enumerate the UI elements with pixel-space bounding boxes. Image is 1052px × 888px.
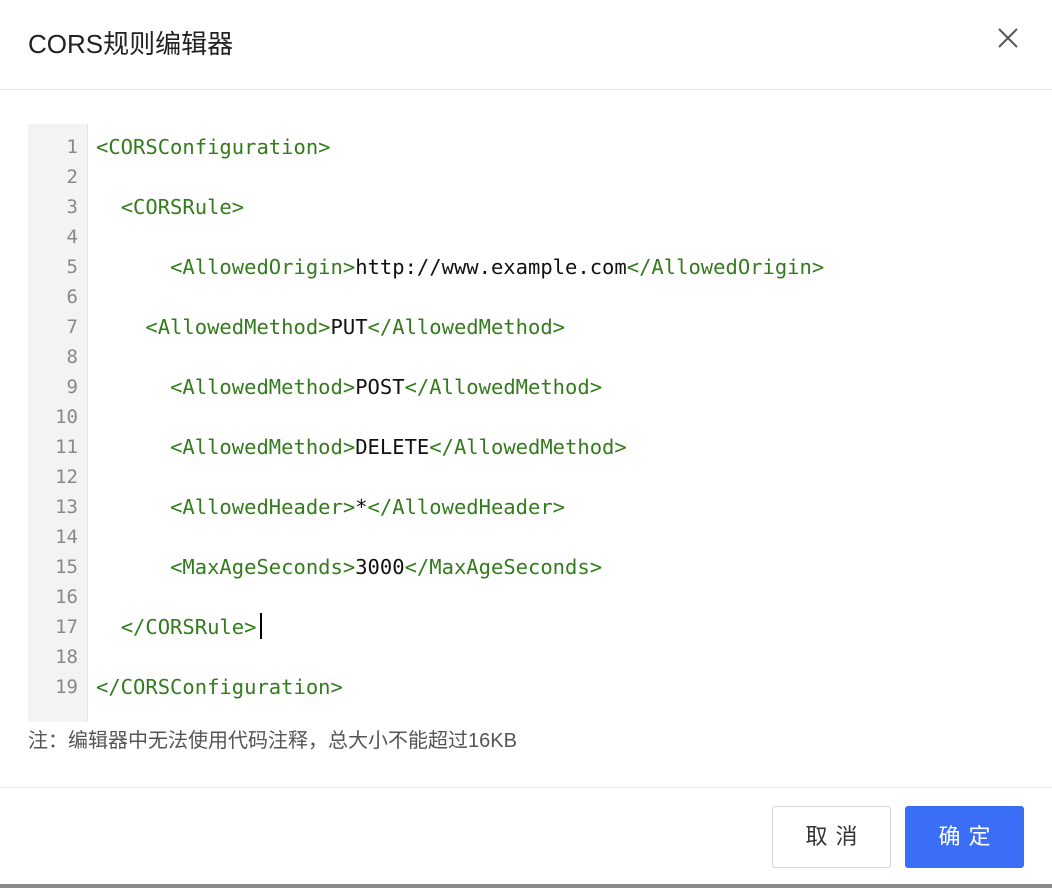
code-line[interactable]: <AllowedOrigin>http://www.example.com</A… xyxy=(96,252,824,282)
xml-tag: <CORSRule> xyxy=(120,195,245,219)
line-number-gutter: 1 2 3 4 5 6 7 8 9 10 11 12 13 14 15 16 17 18 19 xyxy=(28,124,88,722)
code-line[interactable]: </CORSConfiguration> xyxy=(96,672,343,702)
line-number: 19 xyxy=(55,676,78,698)
xml-value: * xyxy=(355,495,368,519)
xml-value: PUT xyxy=(330,315,368,339)
code-editor[interactable]: 1 2 3 4 5 6 7 8 9 10 11 12 13 14 15 16 17 18 19 <CORSConfi… xyxy=(28,124,1032,722)
line-number: 4 xyxy=(66,226,78,248)
code-line[interactable]: <AllowedMethod>DELETE</AllowedMethod> xyxy=(96,432,627,462)
code-line[interactable]: <AllowedHeader>*</AllowedHeader> xyxy=(96,492,565,522)
code-line[interactable]: <AllowedMethod>POST</AllowedMethod> xyxy=(96,372,602,402)
code-line[interactable]: <AllowedMethod>PUT</AllowedMethod> xyxy=(96,312,565,342)
line-number: 2 xyxy=(66,166,78,188)
dialog-footer: 取消 确定 xyxy=(0,787,1052,884)
line-number: 7 xyxy=(66,316,78,338)
dialog-header: CORS规则编辑器 xyxy=(0,0,1052,90)
xml-tag: <AllowedMethod> xyxy=(170,375,356,399)
code-line[interactable]: <MaxAgeSeconds>3000</MaxAgeSeconds> xyxy=(96,552,602,582)
xml-tag: </AllowedOrigin> xyxy=(626,255,825,279)
line-number: 16 xyxy=(55,586,78,608)
xml-tag: </AllowedMethod> xyxy=(367,315,566,339)
line-number: 17 xyxy=(55,616,78,638)
line-number: 8 xyxy=(66,346,78,368)
text-cursor xyxy=(260,613,263,639)
confirm-button[interactable]: 确定 xyxy=(905,806,1024,868)
xml-tag: </AllowedMethod> xyxy=(429,435,627,459)
editor-note: 注：编辑器中无法使用代码注释，总大小不能超过16KB xyxy=(28,730,517,752)
line-number: 15 xyxy=(55,556,78,578)
xml-value: DELETE xyxy=(355,435,430,459)
line-number: 10 xyxy=(55,406,78,428)
xml-value: 3000 xyxy=(355,555,405,579)
close-icon-glyph xyxy=(998,28,1018,48)
code-line[interactable]: <CORSRule> xyxy=(96,192,244,222)
line-number: 18 xyxy=(55,646,78,668)
xml-tag: <AllowedHeader> xyxy=(170,495,356,519)
xml-tag: </AllowedMethod> xyxy=(404,375,603,399)
line-number: 5 xyxy=(66,256,78,278)
line-number: 6 xyxy=(66,286,78,308)
xml-tag: <AllowedMethod> xyxy=(170,435,356,459)
line-number: 14 xyxy=(55,526,78,548)
line-number: 3 xyxy=(66,196,78,218)
dialog-title: CORS规则编辑器 xyxy=(28,29,234,59)
close-icon[interactable] xyxy=(990,21,1026,57)
xml-tag: </CORSConfiguration> xyxy=(96,675,343,699)
code-line[interactable]: </CORSRule> xyxy=(96,612,263,642)
code-line[interactable]: <CORSConfiguration> xyxy=(96,132,331,162)
cancel-button[interactable]: 取消 xyxy=(772,806,891,868)
xml-tag: <AllowedOrigin> xyxy=(170,255,356,279)
xml-tag: </CORSRule> xyxy=(120,615,257,639)
xml-tag: <MaxAgeSeconds> xyxy=(170,555,356,579)
cors-rule-editor-dialog: CORS规则编辑器 1 2 3 4 5 6 7 8 9 10 11 12 13 14 15 16 17 18 19 … xyxy=(0,0,1052,888)
line-number: 11 xyxy=(55,436,78,458)
line-number: 13 xyxy=(55,496,78,518)
xml-tag: </MaxAgeSeconds> xyxy=(404,555,603,579)
xml-tag: <AllowedMethod> xyxy=(145,315,331,339)
line-number: 9 xyxy=(66,376,78,398)
line-number: 1 xyxy=(66,136,78,158)
xml-value: POST xyxy=(355,375,405,399)
xml-tag: </AllowedHeader> xyxy=(367,495,566,519)
xml-tag: <CORSConfiguration> xyxy=(96,135,331,159)
bottom-divider xyxy=(0,884,1052,888)
line-number: 12 xyxy=(55,466,78,488)
xml-value: http://www.example.com xyxy=(355,255,627,279)
